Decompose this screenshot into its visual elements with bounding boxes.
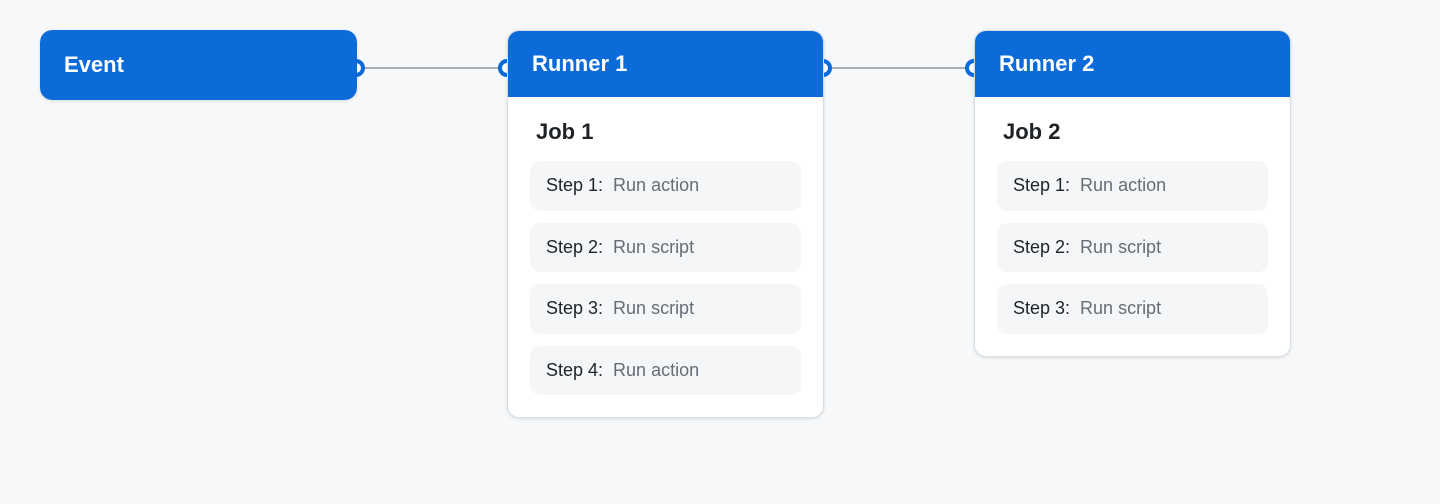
- connector-event-to-runner1: [355, 67, 508, 69]
- step-desc: Run script: [1080, 298, 1161, 320]
- event-title: Event: [40, 30, 357, 100]
- runner-1-title: Runner 1: [508, 31, 823, 97]
- runner-2-title: Runner 2: [975, 31, 1290, 97]
- step-desc: Run script: [1080, 237, 1161, 259]
- event-node: Event: [40, 30, 357, 100]
- job-2-title: Job 2: [1003, 119, 1268, 145]
- step-label: Step 1:: [1013, 175, 1070, 197]
- step-desc: Run script: [613, 237, 694, 259]
- runner-node-1: Runner 1 Job 1 Step 1: Run action Step 2…: [507, 30, 824, 418]
- step-desc: Run action: [613, 360, 699, 382]
- workflow-diagram: Event Runner 1 Job 1 Step 1: Run action …: [0, 0, 1440, 504]
- step-desc: Run action: [613, 175, 699, 197]
- job-1-title: Job 1: [536, 119, 801, 145]
- job-2-step: Step 3: Run script: [997, 284, 1268, 334]
- runner-1-body: Job 1 Step 1: Run action Step 2: Run scr…: [508, 97, 823, 417]
- step-desc: Run script: [613, 298, 694, 320]
- job-2-step: Step 2: Run script: [997, 223, 1268, 273]
- runner-2-body: Job 2 Step 1: Run action Step 2: Run scr…: [975, 97, 1290, 356]
- job-1-step: Step 1: Run action: [530, 161, 801, 211]
- job-2-step: Step 1: Run action: [997, 161, 1268, 211]
- step-label: Step 1:: [546, 175, 603, 197]
- runner-node-2: Runner 2 Job 2 Step 1: Run action Step 2…: [974, 30, 1291, 357]
- job-1-step: Step 4: Run action: [530, 346, 801, 396]
- job-1-step: Step 2: Run script: [530, 223, 801, 273]
- step-desc: Run action: [1080, 175, 1166, 197]
- step-label: Step 4:: [546, 360, 603, 382]
- step-label: Step 2:: [1013, 237, 1070, 259]
- step-label: Step 2:: [546, 237, 603, 259]
- job-1-step: Step 3: Run script: [530, 284, 801, 334]
- step-label: Step 3:: [546, 298, 603, 320]
- step-label: Step 3:: [1013, 298, 1070, 320]
- connector-runner1-to-runner2: [822, 67, 974, 69]
